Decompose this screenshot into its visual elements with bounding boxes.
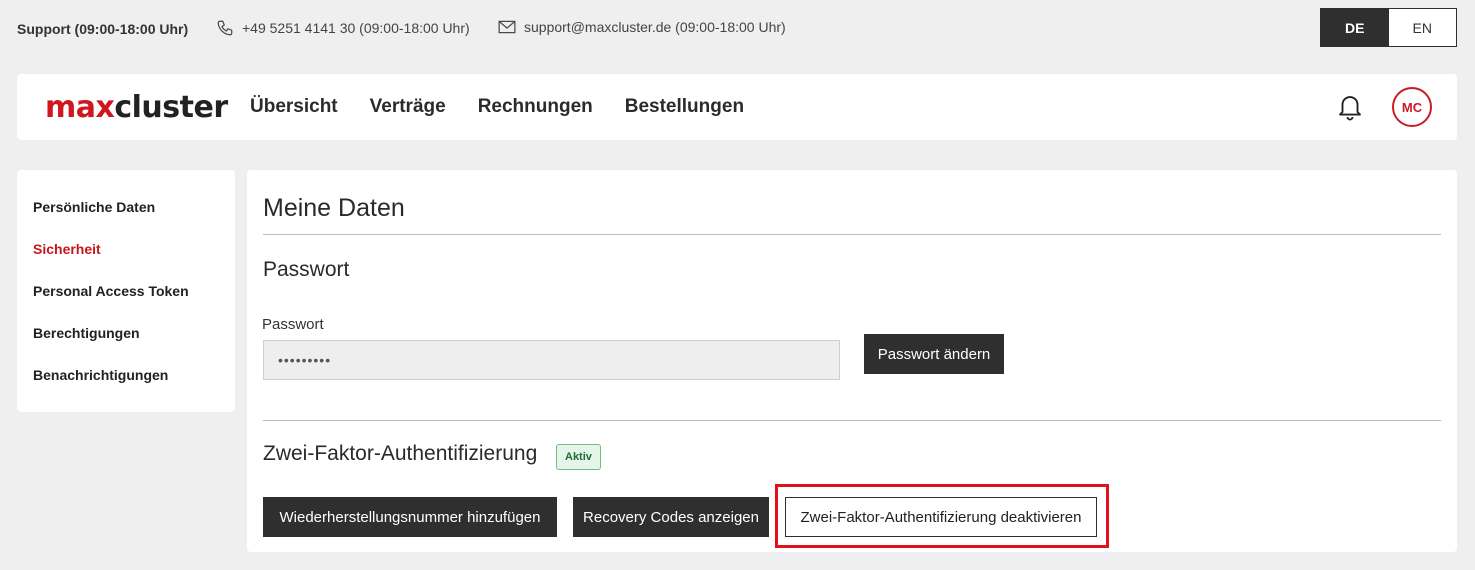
avatar[interactable]: MC [1392, 87, 1432, 127]
maxcluster-logo[interactable]: maxcluster [45, 90, 228, 125]
main-header: maxcluster Übersicht Verträge Rechnungen… [17, 74, 1457, 140]
status-badge: Aktiv [556, 444, 601, 470]
mail-icon [498, 20, 516, 34]
phone-icon [217, 20, 233, 36]
logo-part-cluster: cluster [114, 90, 228, 125]
password-section-title: Passwort [263, 258, 350, 281]
sidebar-item-sicherheit[interactable]: Sicherheit [33, 241, 101, 257]
nav-bestellungen[interactable]: Bestellungen [625, 96, 744, 118]
support-email[interactable]: support@maxcluster.de (09:00-18:00 Uhr) [498, 19, 786, 35]
sidebar-item-berechtigungen[interactable]: Berechtigungen [33, 325, 140, 341]
support-bar: Support (09:00-18:00 Uhr) +49 5251 4141 … [0, 0, 1475, 56]
nav-vertraege[interactable]: Verträge [370, 96, 446, 118]
sidebar-item-personal-access-token[interactable]: Personal Access Token [33, 283, 189, 299]
lang-de-button[interactable]: DE [1321, 9, 1389, 46]
show-recovery-codes-button[interactable]: Recovery Codes anzeigen [573, 497, 769, 537]
sidebar-item-benachrichtigungen[interactable]: Benachrichtigungen [33, 367, 168, 383]
password-field[interactable] [263, 340, 840, 380]
logo-part-max: max [45, 90, 115, 125]
sidebar: Persönliche Daten Sicherheit Personal Ac… [17, 170, 235, 412]
nav-uebersicht[interactable]: Übersicht [250, 96, 338, 118]
support-phone-text[interactable]: +49 5251 4141 30 (09:00-18:00 Uhr) [242, 20, 470, 36]
support-phone[interactable]: +49 5251 4141 30 (09:00-18:00 Uhr) [216, 19, 470, 37]
main-nav: Übersicht Verträge Rechnungen Bestellung… [250, 96, 744, 118]
password-field-label: Passwort [262, 316, 324, 333]
bell-icon [1339, 96, 1361, 121]
nav-rechnungen[interactable]: Rechnungen [478, 96, 593, 118]
add-recovery-number-button[interactable]: Wiederherstellungsnummer hinzufügen [263, 497, 557, 537]
twofa-section-title: Zwei-Faktor-Authentifizierung [263, 442, 538, 465]
language-switch: DE EN [1320, 8, 1457, 47]
deactivate-2fa-button[interactable]: Zwei-Faktor-Authentifizierung deaktivier… [785, 497, 1097, 537]
support-email-text[interactable]: support@maxcluster.de (09:00-18:00 Uhr) [524, 19, 786, 35]
support-label: Support (09:00-18:00 Uhr) [17, 21, 189, 37]
change-password-button[interactable]: Passwort ändern [864, 334, 1004, 374]
sidebar-item-persoenliche-daten[interactable]: Persönliche Daten [33, 199, 155, 215]
page-title: Meine Daten [263, 194, 405, 222]
main-card: Meine Daten Passwort Passwort Passwort ä… [247, 170, 1457, 552]
section-divider [263, 420, 1441, 421]
notifications-button[interactable] [1335, 92, 1365, 127]
title-divider [263, 234, 1441, 235]
lang-en-button[interactable]: EN [1388, 9, 1456, 46]
